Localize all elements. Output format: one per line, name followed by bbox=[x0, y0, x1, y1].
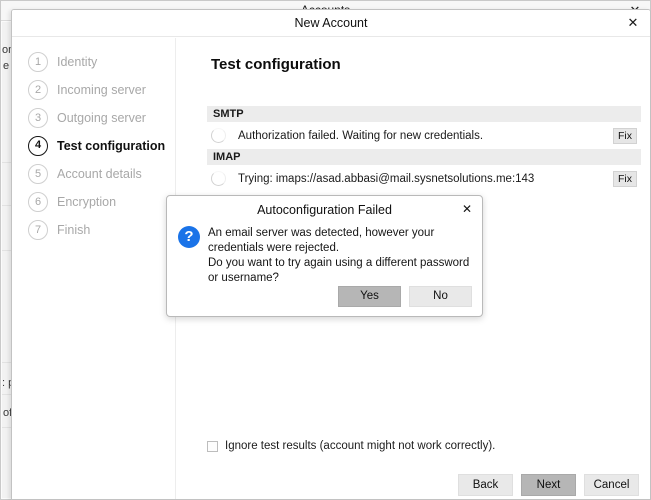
step-number: 7 bbox=[28, 220, 48, 240]
ignore-test-results-label: Ignore test results (account might not w… bbox=[225, 440, 496, 452]
dialog-message: An email server was detected, however yo… bbox=[208, 226, 472, 286]
dialog-title: Autoconfiguration Failed bbox=[257, 203, 392, 217]
test-result-row: Authorization failed. Waiting for new cr… bbox=[207, 122, 641, 149]
protocol-header-smtp: SMTP bbox=[207, 106, 641, 122]
spinner-icon bbox=[211, 171, 226, 186]
sidebar-step-incoming-server[interactable]: 2 Incoming server bbox=[12, 76, 175, 104]
autoconfiguration-failed-dialog: Autoconfiguration Failed ✕ ? An email se… bbox=[166, 195, 483, 317]
navigation-buttons: Back Next Cancel bbox=[458, 474, 639, 496]
step-label: Outgoing server bbox=[57, 111, 146, 125]
test-result-message: Authorization failed. Waiting for new cr… bbox=[238, 129, 484, 142]
new-account-titlebar: New Account ✕ bbox=[12, 10, 650, 37]
sidebar-step-identity[interactable]: 1 Identity bbox=[12, 48, 175, 76]
step-label: Incoming server bbox=[57, 83, 146, 97]
question-mark-icon: ? bbox=[178, 226, 200, 248]
step-number: 5 bbox=[28, 164, 48, 184]
step-label: Finish bbox=[57, 223, 91, 237]
sidebar-step-account-details[interactable]: 5 Account details bbox=[12, 160, 175, 188]
step-label: Test configuration bbox=[57, 139, 166, 153]
step-sidebar: 1 Identity 2 Incoming server 3 Outgoing … bbox=[12, 38, 176, 499]
next-button[interactable]: Next bbox=[521, 474, 576, 496]
ignore-test-results-row[interactable]: Ignore test results (account might not w… bbox=[207, 440, 495, 452]
step-number: 4 bbox=[28, 136, 48, 156]
step-number: 2 bbox=[28, 80, 48, 100]
test-result-message: Trying: imaps://asad.abbasi@mail.sysnets… bbox=[238, 172, 535, 185]
no-button[interactable]: No bbox=[409, 286, 472, 307]
protocol-header-imap: IMAP bbox=[207, 149, 641, 165]
sidebar-step-outgoing-server[interactable]: 3 Outgoing server bbox=[12, 104, 175, 132]
yes-button[interactable]: Yes bbox=[338, 286, 401, 307]
test-results-list: SMTP Authorization failed. Waiting for n… bbox=[207, 106, 641, 192]
test-result-row: Trying: imaps://asad.abbasi@mail.sysnets… bbox=[207, 165, 641, 192]
step-label: Identity bbox=[57, 55, 98, 69]
fix-button-imap[interactable]: Fix bbox=[613, 170, 637, 187]
spinner-icon bbox=[211, 128, 226, 143]
dialog-message-line-1: An email server was detected, however yo… bbox=[208, 227, 435, 254]
dialog-buttons: Yes No bbox=[338, 286, 472, 307]
step-number: 6 bbox=[28, 192, 48, 212]
ghost-text-fragment: e bbox=[3, 60, 10, 72]
sidebar-step-encryption[interactable]: 6 Encryption bbox=[12, 188, 175, 216]
fix-button-smtp[interactable]: Fix bbox=[613, 127, 637, 144]
dialog-message-line-2: Do you want to try again using a differe… bbox=[208, 257, 470, 284]
close-icon[interactable]: ✕ bbox=[459, 201, 475, 217]
step-number: 1 bbox=[28, 52, 48, 72]
cancel-button[interactable]: Cancel bbox=[584, 474, 639, 496]
sidebar-step-finish[interactable]: 7 Finish bbox=[12, 216, 175, 244]
new-account-window-title: New Account bbox=[294, 16, 368, 30]
close-icon[interactable]: ✕ bbox=[624, 14, 642, 32]
step-label: Account details bbox=[57, 167, 142, 181]
back-button[interactable]: Back bbox=[458, 474, 513, 496]
step-number: 3 bbox=[28, 108, 48, 128]
ignore-test-results-checkbox[interactable] bbox=[207, 440, 218, 452]
sidebar-step-test-configuration[interactable]: 4 Test configuration bbox=[12, 132, 175, 160]
step-label: Encryption bbox=[57, 195, 117, 209]
page-title: Test configuration bbox=[211, 56, 341, 73]
